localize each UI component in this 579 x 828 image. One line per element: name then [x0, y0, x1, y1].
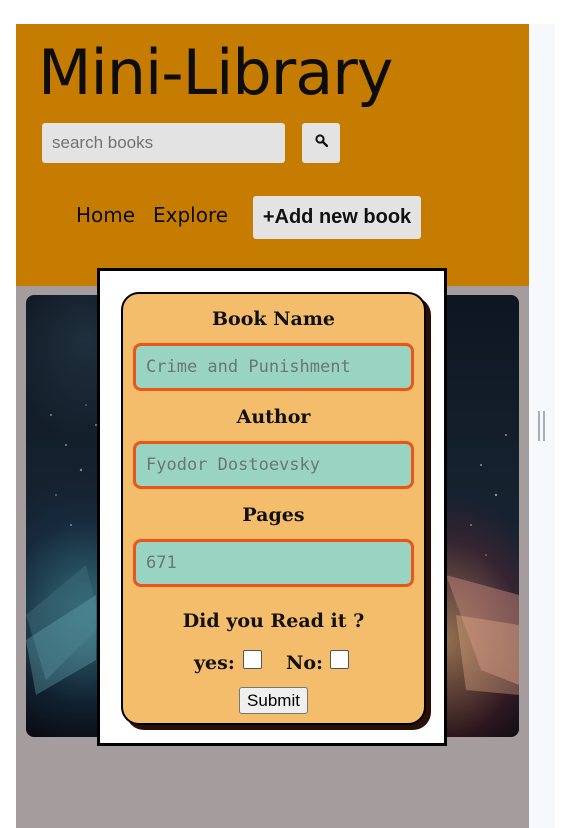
add-book-modal: Book Name Author Pages Did you Read it ?… [97, 268, 447, 746]
resize-handle[interactable] [538, 411, 545, 441]
no-label: No: [286, 652, 324, 674]
pages-input[interactable] [133, 539, 414, 587]
add-book-form: Book Name Author Pages Did you Read it ?… [121, 292, 426, 725]
read-question-label: Did you Read it ? [182, 610, 365, 632]
search-icon [315, 134, 328, 147]
site-title: Mini-Library [38, 36, 393, 109]
yes-label: yes: [194, 652, 235, 674]
add-new-book-button[interactable]: +Add new book [253, 196, 421, 239]
search-button[interactable] [302, 123, 340, 163]
pages-label: Pages [242, 504, 305, 526]
app-container: Mini-Library Home Explore +Add new book [16, 24, 529, 828]
submit-button[interactable]: Submit [239, 687, 308, 714]
no-checkbox[interactable] [330, 650, 349, 669]
nav-home-link[interactable]: Home [76, 205, 135, 225]
author-label: Author [236, 406, 311, 428]
yes-checkbox[interactable] [243, 650, 262, 669]
search-input[interactable] [42, 123, 285, 163]
site-header: Mini-Library Home Explore +Add new book [16, 24, 529, 286]
book-name-label: Book Name [211, 308, 336, 330]
author-input[interactable] [133, 441, 414, 489]
nav-explore-link[interactable]: Explore [153, 205, 228, 225]
book-name-input[interactable] [133, 343, 414, 391]
